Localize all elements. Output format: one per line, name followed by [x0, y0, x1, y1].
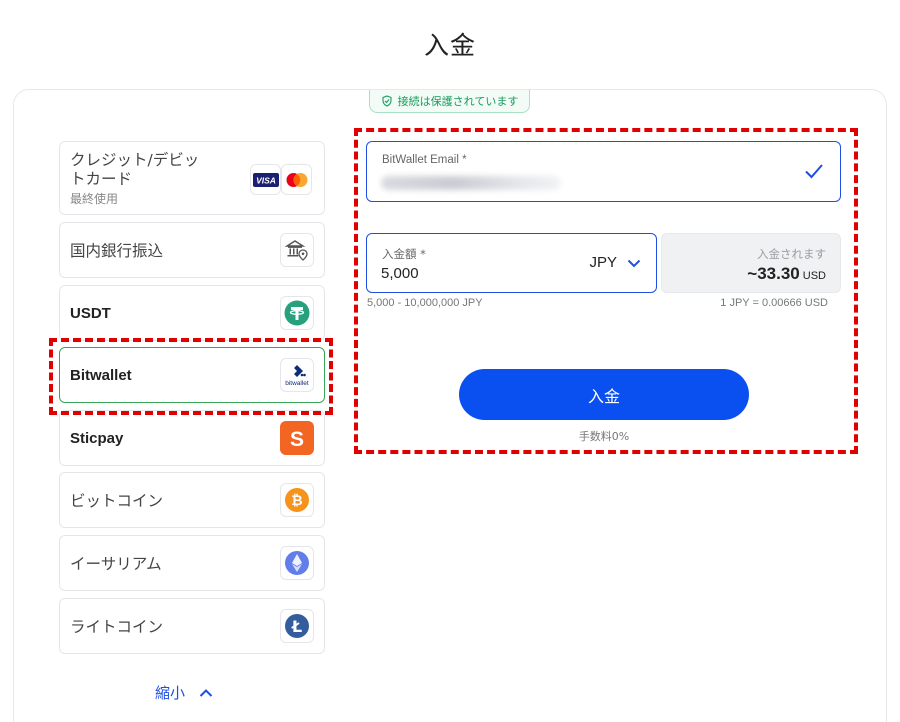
method-label: ライトコイン	[70, 618, 164, 636]
bank-location-icon	[280, 233, 314, 267]
secure-connection-badge: 接続は保護されています	[369, 90, 530, 113]
svg-text:VISA: VISA	[256, 175, 276, 185]
bitwallet-email-field[interactable]: BitWallet Email *	[366, 141, 841, 202]
receive-currency: USD	[802, 270, 826, 282]
method-ethereum[interactable]: イーサリアム	[59, 535, 325, 591]
method-bank-transfer[interactable]: 国内銀行振込	[59, 222, 325, 278]
chevron-up-icon	[199, 688, 213, 697]
tether-icon	[280, 296, 314, 330]
method-label: クレジット/デビッ	[70, 151, 200, 169]
method-label: イーサリアム	[70, 555, 162, 573]
amount-value: 5,000	[381, 265, 419, 282]
bitwallet-icon: bitwallet	[280, 358, 314, 392]
method-bitcoin[interactable]: ビットコイン ₿	[59, 472, 325, 528]
receive-amount-box: 入金されます ~33.30 USD	[661, 233, 841, 293]
bitwallet-logo-text: bitwallet	[285, 380, 309, 387]
shield-check-icon	[382, 95, 392, 107]
bitcoin-icon: ₿	[280, 483, 314, 517]
receive-amount: ~33.30	[747, 264, 800, 283]
page-title: 入金	[423, 31, 476, 60]
method-usdt[interactable]: USDT	[59, 285, 325, 341]
method-label: Bitwallet	[70, 366, 132, 384]
currency-value: JPY	[589, 254, 617, 271]
method-label: Sticpay	[70, 429, 124, 447]
receive-value: ~33.30 USD	[747, 264, 826, 284]
amount-input[interactable]: 入金額 * 5,000 JPY	[366, 233, 657, 293]
method-sticpay[interactable]: Sticpay S	[59, 410, 325, 466]
method-credit-card[interactable]: クレジット/デビッ トカード 最終使用 VISA	[59, 141, 325, 215]
amount-range-text: 5,000 - 10,000,000 JPY	[367, 297, 483, 309]
method-litecoin[interactable]: ライトコイン Ł	[59, 598, 325, 654]
collapse-label: 縮小	[155, 684, 186, 702]
method-label: ビットコイン	[70, 492, 164, 510]
bitcoin-logo-text: ₿	[291, 493, 302, 509]
fee-text: 手数料0%	[578, 430, 630, 443]
ethereum-icon	[280, 546, 314, 580]
exchange-rate-text: 1 JPY = 0.00666 USD	[720, 297, 828, 309]
method-label: 国内銀行振込	[70, 242, 164, 260]
collapse-button[interactable]: 縮小	[155, 682, 213, 703]
email-value-masked	[381, 176, 561, 190]
sticpay-icon: S	[280, 421, 314, 455]
mastercard-icon	[281, 164, 312, 195]
chevron-down-icon	[627, 259, 641, 267]
method-credit-card-text: クレジット/デビッ トカード 最終使用	[70, 151, 199, 207]
amount-label: 入金額 *	[382, 247, 426, 261]
email-field-label: BitWallet Email *	[382, 154, 467, 166]
receive-label: 入金されます	[757, 247, 826, 261]
card-logos: VISA	[250, 164, 312, 195]
checkmark-icon	[805, 164, 823, 179]
method-label-line2: トカード	[70, 170, 133, 188]
currency-select[interactable]: JPY	[589, 254, 641, 271]
last-used-label: 最終使用	[70, 192, 119, 206]
deposit-submit-button[interactable]: 入金	[459, 369, 749, 420]
sticpay-logo-text: S	[290, 428, 304, 451]
method-label: USDT	[70, 304, 111, 322]
visa-icon: VISA	[250, 164, 281, 195]
method-bitwallet[interactable]: Bitwallet bitwallet	[59, 347, 325, 403]
litecoin-logo-text: Ł	[291, 617, 302, 636]
litecoin-icon: Ł	[280, 609, 314, 643]
secure-badge-text: 接続は保護されています	[397, 95, 519, 108]
